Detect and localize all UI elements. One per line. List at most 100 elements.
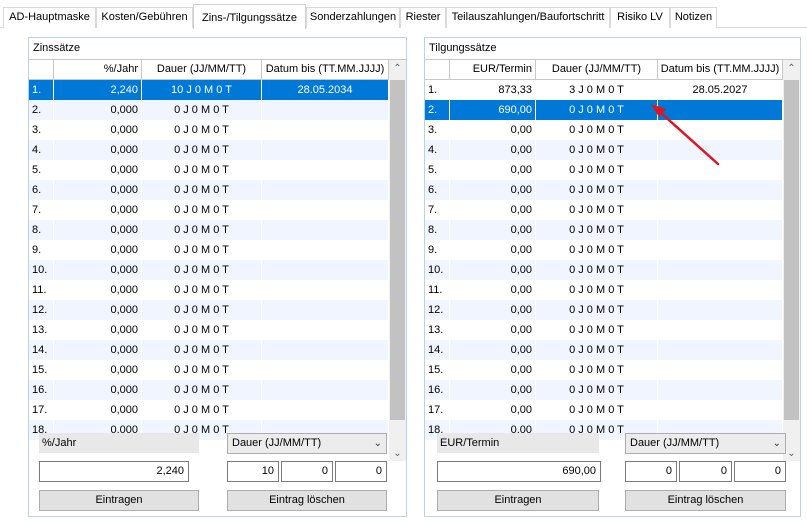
row-datum bbox=[262, 180, 389, 200]
tab-sonderzahlungen[interactable]: Sonderzahlungen bbox=[306, 7, 400, 28]
table-row[interactable]: 6. 0,00 0 J 0 M 0 T bbox=[425, 180, 783, 200]
eintragen-button[interactable]: Eintragen bbox=[437, 490, 599, 511]
zins-scrollbar[interactable]: ⌃ ⌄ bbox=[389, 60, 406, 461]
tilg-scrollbar[interactable]: ⌃ ⌄ bbox=[783, 60, 800, 461]
row-dauer: 0 J 0 M 0 T bbox=[142, 140, 262, 160]
row-datum bbox=[658, 160, 783, 180]
table-row[interactable]: 2. 0,000 0 J 0 M 0 T bbox=[29, 100, 389, 120]
table-row[interactable]: 16. 0,00 0 J 0 M 0 T bbox=[425, 380, 783, 400]
table-row[interactable]: 14. 0,00 0 J 0 M 0 T bbox=[425, 340, 783, 360]
dauer-dropdown[interactable]: Dauer (JJ/MM/TT) ⌄ bbox=[625, 433, 786, 454]
table-row[interactable]: 1. 2,240 10 J 0 M 0 T 28.05.2034 bbox=[29, 80, 389, 100]
chevron-up-icon[interactable]: ⌃ bbox=[389, 60, 406, 77]
table-row[interactable]: 17. 0,000 0 J 0 M 0 T bbox=[29, 400, 389, 420]
mm-input[interactable]: 0 bbox=[281, 461, 333, 482]
row-index: 16. bbox=[425, 380, 450, 400]
header-rate[interactable]: %/Jahr bbox=[54, 60, 142, 80]
table-row[interactable]: 3. 0,00 0 J 0 M 0 T bbox=[425, 120, 783, 140]
eur-input[interactable]: 690,00 bbox=[437, 461, 601, 482]
table-row[interactable]: 13. 0,000 0 J 0 M 0 T bbox=[29, 320, 389, 340]
row-value: 0,00 bbox=[450, 300, 536, 320]
table-row[interactable]: 10. 0,000 0 J 0 M 0 T bbox=[29, 260, 389, 280]
header-datum[interactable]: Datum bis (TT.MM.JJJJ) bbox=[658, 60, 783, 80]
table-row[interactable]: 7. 0,00 0 J 0 M 0 T bbox=[425, 200, 783, 220]
table-row[interactable]: 2. 690,00 0 J 0 M 0 T bbox=[425, 100, 783, 120]
table-row[interactable]: 11. 0,000 0 J 0 M 0 T bbox=[29, 280, 389, 300]
row-index: 14. bbox=[425, 340, 450, 360]
table-row[interactable]: 13. 0,00 0 J 0 M 0 T bbox=[425, 320, 783, 340]
header-dauer[interactable]: Dauer (JJ/MM/TT) bbox=[536, 60, 658, 80]
row-dauer: 0 J 0 M 0 T bbox=[142, 300, 262, 320]
table-row[interactable]: 4. 0,000 0 J 0 M 0 T bbox=[29, 140, 389, 160]
tab-risiko-lv[interactable]: Risiko LV bbox=[610, 7, 670, 28]
table-row[interactable]: 8. 0,000 0 J 0 M 0 T bbox=[29, 220, 389, 240]
header-dauer[interactable]: Dauer (JJ/MM/TT) bbox=[142, 60, 262, 80]
dropdown-value: Dauer (JJ/MM/TT) bbox=[630, 437, 720, 449]
tab-notizen[interactable]: Notizen bbox=[670, 7, 717, 28]
chevron-up-icon[interactable]: ⌃ bbox=[783, 60, 800, 77]
tab-kosten-gebuehren[interactable]: Kosten/Gebühren bbox=[96, 7, 193, 28]
table-row[interactable]: 14. 0,000 0 J 0 M 0 T bbox=[29, 340, 389, 360]
jj-input[interactable]: 10 bbox=[227, 461, 279, 482]
tab-label: Teilauszahlungen/Baufortschritt bbox=[451, 11, 605, 23]
row-dauer: 0 J 0 M 0 T bbox=[536, 160, 658, 180]
row-datum bbox=[262, 100, 389, 120]
row-datum bbox=[262, 340, 389, 360]
chevron-down-icon[interactable]: ⌄ bbox=[389, 445, 406, 461]
tab-ad-hauptmaske[interactable]: AD-Hauptmaske bbox=[3, 7, 96, 28]
eintrag-loeschen-button[interactable]: Eintrag löschen bbox=[625, 490, 786, 511]
tab-riester[interactable]: Riester bbox=[400, 7, 446, 28]
scroll-thumb[interactable] bbox=[390, 80, 405, 420]
table-row[interactable]: 11. 0,00 0 J 0 M 0 T bbox=[425, 280, 783, 300]
table-row[interactable]: 8. 0,00 0 J 0 M 0 T bbox=[425, 220, 783, 240]
eintragen-button[interactable]: Eintragen bbox=[39, 490, 199, 511]
row-index: 6. bbox=[29, 180, 54, 200]
eur-field-label: EUR/Termin bbox=[437, 433, 599, 453]
table-row[interactable]: 17. 0,00 0 J 0 M 0 T bbox=[425, 400, 783, 420]
tab-zins-tilgungssaetze[interactable]: Zins-/Tilgungssätze bbox=[193, 4, 306, 29]
table-row[interactable]: 4. 0,00 0 J 0 M 0 T bbox=[425, 140, 783, 160]
mm-input[interactable]: 0 bbox=[679, 461, 732, 482]
row-datum bbox=[262, 320, 389, 340]
table-row[interactable]: 9. 0,00 0 J 0 M 0 T bbox=[425, 240, 783, 260]
row-value: 0,00 bbox=[450, 260, 536, 280]
jj-input[interactable]: 0 bbox=[625, 461, 677, 482]
header-eur-termin[interactable]: EUR/Termin bbox=[450, 60, 536, 80]
table-row[interactable]: 5. 0,000 0 J 0 M 0 T bbox=[29, 160, 389, 180]
table-row[interactable]: 15. 0,000 0 J 0 M 0 T bbox=[29, 360, 389, 380]
zinssaetze-panel: Zinssätze %/Jahr Dauer (JJ/MM/TT) Datum … bbox=[28, 37, 407, 517]
table-row[interactable]: 6. 0,000 0 J 0 M 0 T bbox=[29, 180, 389, 200]
row-value: 0,000 bbox=[54, 240, 142, 260]
table-row[interactable]: 3. 0,000 0 J 0 M 0 T bbox=[29, 120, 389, 140]
row-index: 6. bbox=[425, 180, 450, 200]
rate-input[interactable]: 2,240 bbox=[39, 461, 189, 482]
table-row[interactable]: 1. 873,33 3 J 0 M 0 T 28.05.2027 bbox=[425, 80, 783, 100]
table-row[interactable]: 7. 0,000 0 J 0 M 0 T bbox=[29, 200, 389, 220]
row-dauer: 0 J 0 M 0 T bbox=[536, 280, 658, 300]
row-index: 5. bbox=[425, 160, 450, 180]
table-row[interactable]: 10. 0,00 0 J 0 M 0 T bbox=[425, 260, 783, 280]
table-row[interactable]: 9. 0,000 0 J 0 M 0 T bbox=[29, 240, 389, 260]
table-row[interactable]: 12. 0,00 0 J 0 M 0 T bbox=[425, 300, 783, 320]
row-value: 0,000 bbox=[54, 140, 142, 160]
tt-input[interactable]: 0 bbox=[335, 461, 387, 482]
tab-teilauszahlungen[interactable]: Teilauszahlungen/Baufortschritt bbox=[446, 7, 610, 28]
row-index: 4. bbox=[29, 140, 54, 160]
row-index: 17. bbox=[29, 400, 54, 420]
header-datum[interactable]: Datum bis (TT.MM.JJJJ) bbox=[262, 60, 389, 80]
row-value: 0,000 bbox=[54, 160, 142, 180]
row-datum bbox=[262, 300, 389, 320]
row-value: 0,00 bbox=[450, 240, 536, 260]
row-datum bbox=[262, 120, 389, 140]
table-row[interactable]: 5. 0,00 0 J 0 M 0 T bbox=[425, 160, 783, 180]
tt-input[interactable]: 0 bbox=[734, 461, 786, 482]
dauer-dropdown[interactable]: Dauer (JJ/MM/TT) ⌄ bbox=[227, 433, 387, 454]
row-value: 0,00 bbox=[450, 200, 536, 220]
table-row[interactable]: 12. 0,000 0 J 0 M 0 T bbox=[29, 300, 389, 320]
table-row[interactable]: 15. 0,00 0 J 0 M 0 T bbox=[425, 360, 783, 380]
row-dauer: 0 J 0 M 0 T bbox=[142, 260, 262, 280]
table-row[interactable]: 16. 0,000 0 J 0 M 0 T bbox=[29, 380, 389, 400]
chevron-down-icon: ⌄ bbox=[772, 438, 781, 449]
eintrag-loeschen-button[interactable]: Eintrag löschen bbox=[227, 490, 387, 511]
scroll-thumb[interactable] bbox=[784, 80, 799, 420]
